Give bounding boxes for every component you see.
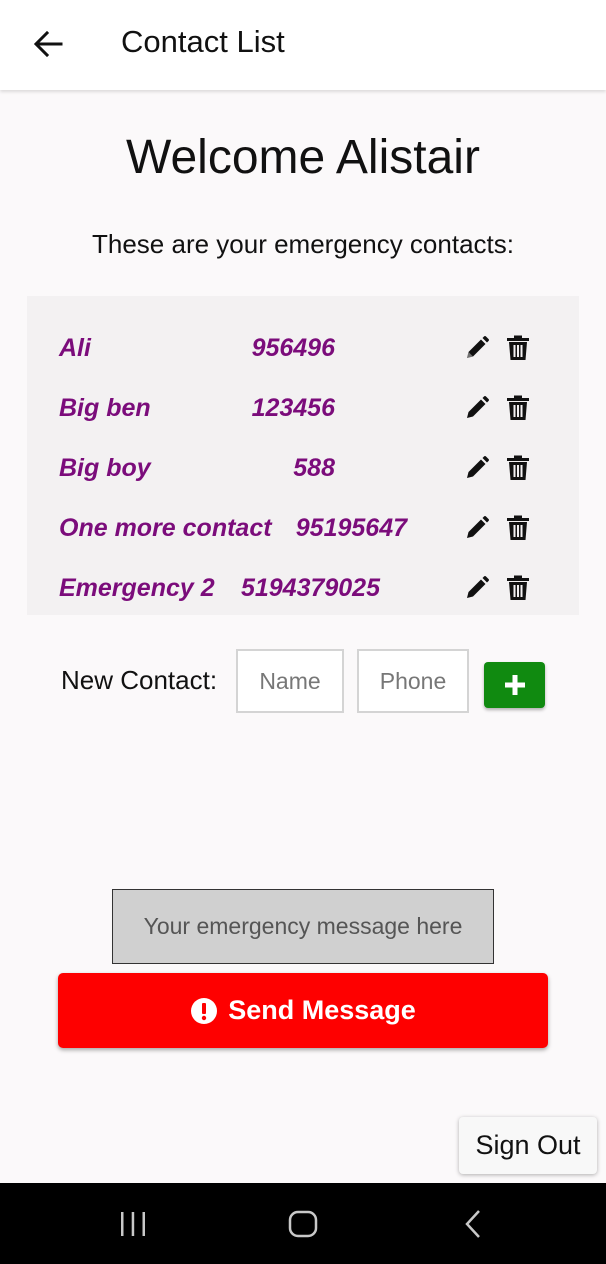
edit-contact-button[interactable] — [463, 574, 491, 602]
recents-icon — [121, 1211, 145, 1236]
contact-row: Big ben 123456 — [27, 378, 579, 438]
system-back-button[interactable] — [433, 1183, 513, 1264]
app-bar: Contact List — [0, 0, 606, 90]
delete-contact-button[interactable] — [504, 334, 532, 362]
contact-name: Ali — [59, 334, 91, 362]
contact-phone: 956496 — [251, 334, 335, 362]
contact-name: Big ben — [59, 394, 151, 422]
contact-row: Big boy 588 — [27, 438, 579, 498]
home-button[interactable] — [263, 1183, 343, 1264]
back-button[interactable] — [24, 22, 72, 66]
contact-phone: 588 — [293, 454, 335, 482]
pencil-icon — [467, 576, 489, 598]
recents-button[interactable] — [93, 1183, 173, 1264]
pencil-icon — [467, 456, 489, 478]
delete-contact-button[interactable] — [504, 574, 532, 602]
contact-row: Ali 956496 — [27, 318, 579, 378]
contacts-list: Ali 956496 Big ben 123456 Big boy 588 On… — [27, 296, 579, 615]
new-contact-phone-input[interactable] — [357, 649, 469, 713]
new-contact-name-input[interactable] — [236, 649, 344, 713]
contact-name: One more contact — [59, 514, 272, 542]
system-nav-bar — [0, 1183, 606, 1264]
delete-contact-button[interactable] — [504, 514, 532, 542]
welcome-heading: Welcome Alistair — [126, 131, 480, 184]
trash-icon — [507, 335, 529, 360]
contact-phone: 95195647 — [295, 514, 407, 542]
trash-icon — [507, 575, 529, 600]
back-chevron-icon — [465, 1209, 480, 1238]
contact-row: Emergency 2 5194379025 — [27, 558, 579, 618]
sign-out-button[interactable]: Sign Out — [459, 1117, 597, 1174]
send-message-button[interactable]: Send Message — [58, 973, 548, 1048]
edit-contact-button[interactable] — [463, 334, 491, 362]
plus-icon — [504, 675, 525, 695]
arrow-left-icon — [33, 31, 63, 57]
edit-contact-button[interactable] — [463, 454, 491, 482]
home-icon — [288, 1210, 318, 1237]
send-message-label: Send Message — [228, 995, 416, 1025]
pencil-icon — [467, 336, 489, 358]
trash-icon — [507, 455, 529, 480]
trash-icon — [507, 515, 529, 540]
exclamation-circle-icon — [191, 997, 218, 1024]
contact-phone: 5194379025 — [240, 574, 380, 602]
pencil-icon — [467, 516, 489, 538]
pencil-icon — [467, 396, 489, 418]
edit-contact-button[interactable] — [463, 514, 491, 542]
edit-contact-button[interactable] — [463, 394, 491, 422]
new-contact-label: New Contact: — [61, 665, 218, 695]
contact-row: One more contact 95195647 — [27, 498, 579, 558]
contact-phone: 123456 — [251, 394, 335, 422]
delete-contact-button[interactable] — [504, 394, 532, 422]
add-contact-button[interactable] — [484, 662, 545, 708]
delete-contact-button[interactable] — [504, 454, 532, 482]
trash-icon — [507, 395, 529, 420]
contact-name: Big boy — [59, 454, 151, 482]
app-title: Contact List — [121, 24, 285, 59]
emergency-message-input[interactable]: Your emergency message here — [112, 889, 494, 964]
contacts-subtitle: These are your emergency contacts: — [92, 229, 514, 259]
contact-name: Emergency 2 — [59, 574, 215, 602]
